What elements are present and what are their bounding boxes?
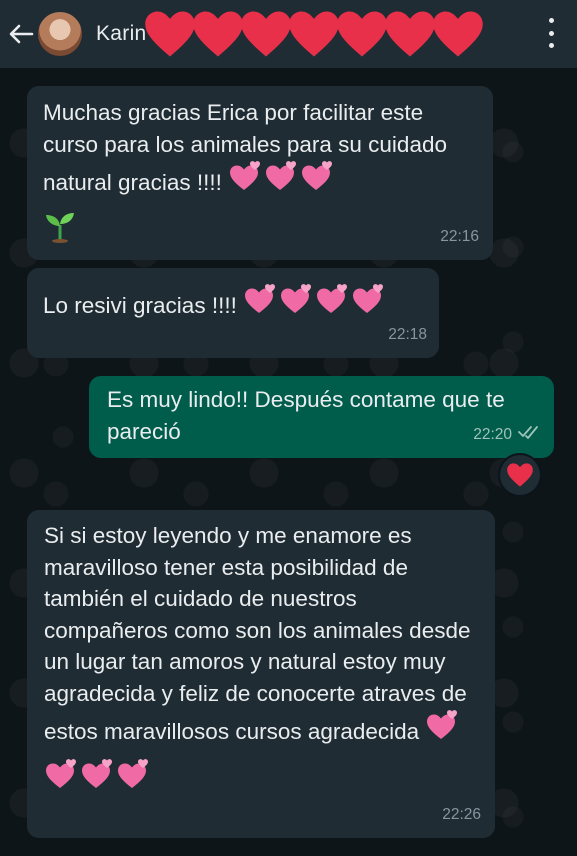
message-bubble-outgoing[interactable]: Es muy lindo!! Después contame que te pa… [89,376,554,458]
message-bubble-incoming[interactable]: Muchas gracias Erica por facilitar este … [27,86,493,260]
pink-heart [425,709,461,752]
red-heart-icon [288,11,339,57]
more-vertical-icon[interactable] [547,18,555,48]
pink-hearts [44,758,478,801]
seedling-icon [43,207,477,252]
red-heart-icon [336,11,387,57]
avatar[interactable] [38,12,82,56]
pink-hearts [228,160,336,203]
red-heart-icon [384,11,435,57]
red-heart-icon [144,11,195,57]
message-reaction[interactable] [498,453,542,497]
message-time: 22:18 [388,325,427,343]
message-text: Si si estoy leyendo y me enamore es mara… [44,523,477,744]
double-check-icon [518,416,540,448]
message-time: 22:26 [442,805,481,823]
chat-header: Karin [0,0,577,68]
message-text: Es muy lindo!! Después contame que te pa… [107,387,511,444]
name-censor-hearts [144,9,485,59]
pink-hearts [243,283,387,326]
arrow-left-icon[interactable] [4,0,38,68]
red-heart-icon [507,463,533,487]
contact-name[interactable]: Karin [96,22,147,46]
message-bubble-incoming[interactable]: Si si estoy leyendo y me enamore es mara… [27,510,495,838]
message-text: Lo resivi gracias !!!! [43,293,237,318]
message-time: 22:16 [440,227,479,245]
red-heart-icon [240,11,291,57]
message-bubble-incoming[interactable]: Lo resivi gracias !!!! 22:18 [27,268,439,358]
message-time: 22:20 [473,425,512,443]
red-heart-icon [432,11,483,57]
red-heart-icon [192,11,243,57]
